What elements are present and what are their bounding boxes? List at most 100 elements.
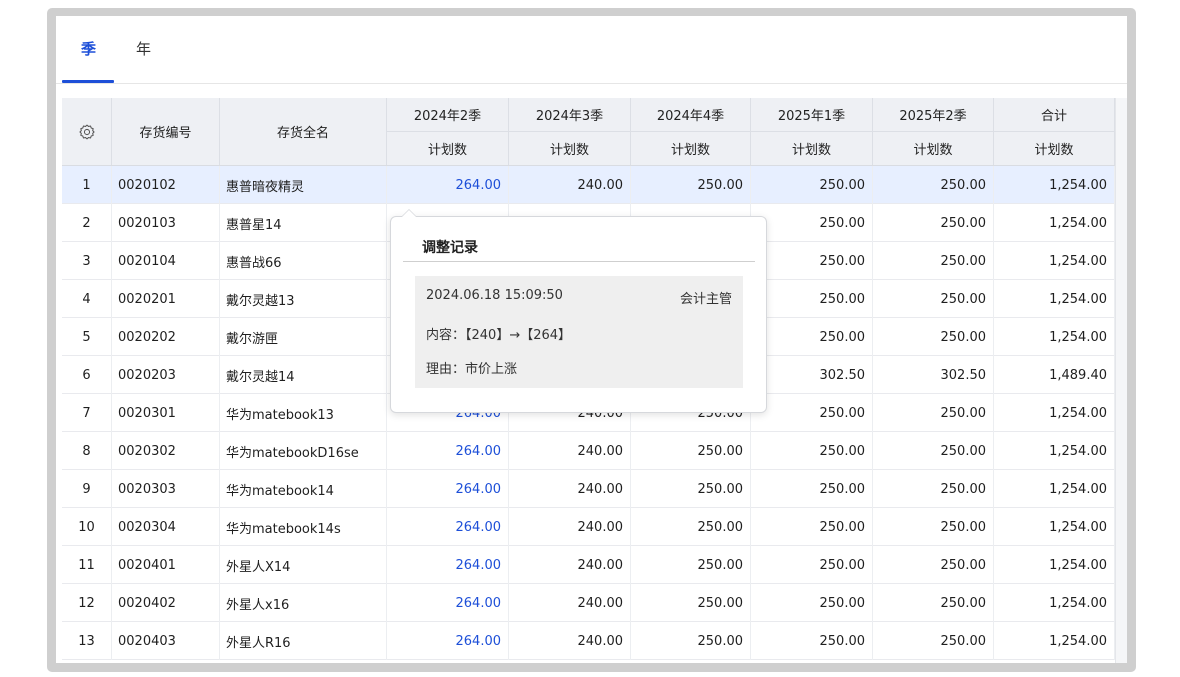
cell-name: 戴尔灵越14 xyxy=(220,356,387,394)
header-sub: 计划数 xyxy=(631,132,751,165)
cell-total: 1,489.40 xyxy=(994,356,1115,394)
cell-total: 1,254.00 xyxy=(994,242,1115,280)
cell-code: 0020203 xyxy=(112,356,220,394)
cell-name: 惠普星14 xyxy=(220,204,387,242)
cell-name: 外星人x16 xyxy=(220,584,387,622)
cell-value: 240.00 xyxy=(509,166,631,204)
table-row[interactable]: 12 0020402 外星人x16 264.00 240.00 250.00 250.00 2… xyxy=(62,584,1127,622)
cell-value[interactable]: 264.00 xyxy=(387,432,509,470)
cell-total: 1,254.00 xyxy=(994,470,1115,508)
cell-total: 1,254.00 xyxy=(994,584,1115,622)
popover-title: 调整记录 xyxy=(422,240,478,256)
cell-code: 0020102 xyxy=(112,166,220,204)
cell-value: 250.00 xyxy=(873,584,994,622)
row-index: 10 xyxy=(62,508,112,546)
cell-value: 250.00 xyxy=(631,508,751,546)
cell-value: 250.00 xyxy=(631,584,751,622)
cell-value: 250.00 xyxy=(873,280,994,318)
cell-name: 戴尔游匣 xyxy=(220,318,387,356)
cell-value[interactable]: 264.00 xyxy=(387,166,509,204)
cell-value: 250.00 xyxy=(631,166,751,204)
adjustment-record-popover: 调整记录 2024.06.18 15:09:50 会计主管 内容：【240】→【… xyxy=(390,209,767,413)
cell-value: 250.00 xyxy=(751,242,873,280)
cell-value: 250.00 xyxy=(751,432,873,470)
cell-name: 戴尔灵越13 xyxy=(220,280,387,318)
cell-total: 1,254.00 xyxy=(994,432,1115,470)
record-content: 内容：【240】→【264】 xyxy=(426,328,572,343)
column-settings-button[interactable] xyxy=(62,98,112,165)
cell-name: 惠普战66 xyxy=(220,242,387,280)
cell-value: 250.00 xyxy=(873,318,994,356)
cell-value: 250.00 xyxy=(751,508,873,546)
header-period: 2024年4季 xyxy=(631,98,751,132)
cell-code: 0020302 xyxy=(112,432,220,470)
cell-name: 华为matebook14s xyxy=(220,508,387,546)
row-index: 7 xyxy=(62,394,112,432)
row-index: 2 xyxy=(62,204,112,242)
cell-value[interactable]: 264.00 xyxy=(387,584,509,622)
header-sub: 计划数 xyxy=(994,132,1115,165)
cell-value: 250.00 xyxy=(873,166,994,204)
table-row[interactable]: 8 0020302 华为matebookD16se 264.00 240.00 250.0… xyxy=(62,432,1127,470)
cell-value: 250.00 xyxy=(631,432,751,470)
period-tabs: 季 年 xyxy=(56,16,1127,84)
popover-arrow xyxy=(401,209,417,217)
cell-value[interactable]: 264.00 xyxy=(387,470,509,508)
cell-value: 250.00 xyxy=(873,394,994,432)
row-index: 4 xyxy=(62,280,112,318)
cell-value: 250.00 xyxy=(873,546,994,584)
cell-value: 250.00 xyxy=(631,470,751,508)
table-row[interactable]: 11 0020401 外星人X14 264.00 240.00 250.00 250.00 2… xyxy=(62,546,1127,584)
cell-total: 1,254.00 xyxy=(994,204,1115,242)
row-index: 12 xyxy=(62,584,112,622)
cell-value: 250.00 xyxy=(873,242,994,280)
table-scrollbar[interactable] xyxy=(1115,98,1127,663)
cell-total: 1,254.00 xyxy=(994,318,1115,356)
tab-year[interactable]: 年 xyxy=(136,38,151,59)
table-row[interactable]: 1 0020102 惠普暗夜精灵 264.00 240.00 250.00 250.00 25… xyxy=(62,166,1127,204)
cell-value: 302.50 xyxy=(751,356,873,394)
cell-value: 250.00 xyxy=(751,166,873,204)
cell-value: 250.00 xyxy=(751,470,873,508)
table-row[interactable]: 9 0020303 华为matebook14 264.00 240.00 250.00 25… xyxy=(62,470,1127,508)
cell-value: 250.00 xyxy=(873,432,994,470)
cell-value: 250.00 xyxy=(751,546,873,584)
cell-value[interactable]: 264.00 xyxy=(387,622,509,660)
cell-code: 0020402 xyxy=(112,584,220,622)
row-index: 8 xyxy=(62,432,112,470)
row-index: 3 xyxy=(62,242,112,280)
cell-code: 0020202 xyxy=(112,318,220,356)
cell-value: 240.00 xyxy=(509,622,631,660)
cell-value: 250.00 xyxy=(873,622,994,660)
plan-panel: 季 年 存货编号 存货全名 2024年2季 2024年3季 2024年4季 20… xyxy=(56,16,1127,663)
cell-code: 0020303 xyxy=(112,470,220,508)
table-row[interactable]: 10 0020304 华为matebook14s 264.00 240.00 250.00… xyxy=(62,508,1127,546)
cell-value: 250.00 xyxy=(631,546,751,584)
row-index: 11 xyxy=(62,546,112,584)
tab-quarter[interactable]: 季 xyxy=(81,38,96,59)
gear-icon xyxy=(78,124,95,139)
header-period: 2025年1季 xyxy=(751,98,873,132)
cell-code: 0020403 xyxy=(112,622,220,660)
cell-value[interactable]: 264.00 xyxy=(387,508,509,546)
cell-value: 240.00 xyxy=(509,546,631,584)
record-reason: 理由：市价上涨 xyxy=(426,362,518,377)
record-role: 会计主管 xyxy=(679,292,732,307)
record-time: 2024.06.18 15:09:50 xyxy=(426,288,563,303)
cell-name: 惠普暗夜精灵 xyxy=(220,166,387,204)
row-index: 1 xyxy=(62,166,112,204)
cell-name: 外星人X14 xyxy=(220,546,387,584)
cell-code: 0020401 xyxy=(112,546,220,584)
screenshot-frame: 季 年 存货编号 存货全名 2024年2季 2024年3季 2024年4季 20… xyxy=(47,8,1136,672)
cell-value: 250.00 xyxy=(751,318,873,356)
cell-name: 华为matebook14 xyxy=(220,470,387,508)
cell-value: 240.00 xyxy=(509,470,631,508)
header-sub: 计划数 xyxy=(387,132,509,165)
cell-value[interactable]: 264.00 xyxy=(387,546,509,584)
table-row[interactable]: 13 0020403 外星人R16 264.00 240.00 250.00 250.00 2… xyxy=(62,622,1127,660)
cell-value: 302.50 xyxy=(873,356,994,394)
cell-value: 250.00 xyxy=(751,584,873,622)
cell-total: 1,254.00 xyxy=(994,622,1115,660)
cell-total: 1,254.00 xyxy=(994,546,1115,584)
row-index: 9 xyxy=(62,470,112,508)
